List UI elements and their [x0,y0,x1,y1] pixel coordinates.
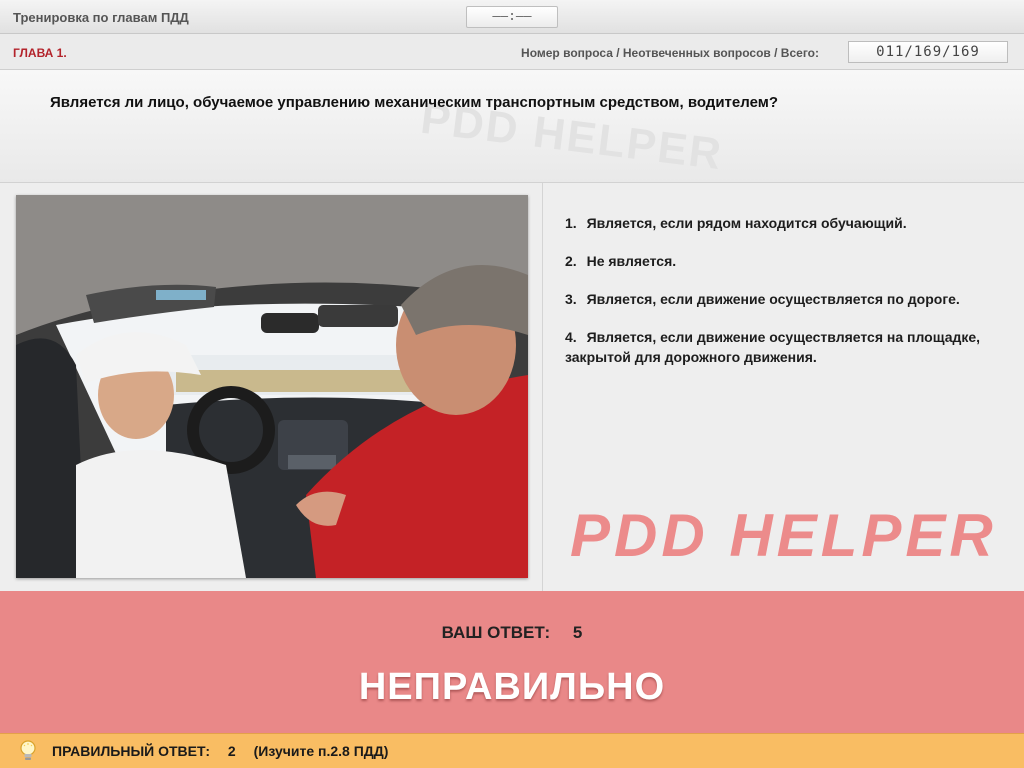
answer-list: 1. Является, если рядом находится обучаю… [565,213,995,385]
answer-text: Является, если движение осуществляется п… [586,291,960,307]
answer-text: Не является. [586,253,677,269]
app-title: Тренировка по главам ПДД [13,10,189,25]
answer-number: 1. [565,215,577,231]
correct-answer-note: (Изучите п.2.8 ПДД) [253,743,389,759]
answer-option-3[interactable]: 3. Является, если движение осуществляетс… [565,289,995,309]
answer-text: Является, если движение осуществляется н… [565,329,981,365]
top-bar: Тренировка по главам ПДД ––:–– [0,0,1024,34]
result-panel: ВАШ ОТВЕТ: 5 НЕПРАВИЛЬНО [0,591,1024,733]
timer-display: ––:–– [466,6,558,28]
correct-answer-text: ПРАВИЛЬНЫЙ ОТВЕТ: 2 (Изучите п.2.8 ПДД) [52,743,402,759]
answer-option-4[interactable]: 4. Является, если движение осуществляетс… [565,327,995,367]
answer-number: 2. [565,253,577,269]
correct-answer-value: 2 [227,743,236,759]
your-answer-label: ВАШ ОТВЕТ: [441,623,551,642]
your-answer: ВАШ ОТВЕТ: 5 [0,623,1024,643]
answer-option-1[interactable]: 1. Является, если рядом находится обучаю… [565,213,995,233]
answer-number: 3. [565,291,577,307]
lightbulb-icon [18,739,38,768]
question-counter-label: Номер вопроса / Неотвеченных вопросов / … [521,46,819,60]
content-area: 1. Является, если рядом находится обучаю… [0,183,1024,591]
answer-option-2[interactable]: 2. Не является. [565,251,995,271]
car-interior-illustration [16,195,528,578]
chapter-label: ГЛАВА 1. [13,46,67,60]
correct-answer-label: ПРАВИЛЬНЫЙ ОТВЕТ: [52,743,211,759]
answer-number: 4. [565,329,577,345]
image-panel [0,183,543,591]
verdict-text: НЕПРАВИЛЬНО [358,666,666,708]
your-answer-value: 5 [572,623,583,642]
question-counter: 011/169/169 [848,41,1008,63]
question-panel: PDD HELPER Является ли лицо, обучаемое у… [0,70,1024,183]
chapter-bar: ГЛАВА 1. Номер вопроса / Неотвеченных во… [0,34,1024,70]
correct-answer-bar: ПРАВИЛЬНЫЙ ОТВЕТ: 2 (Изучите п.2.8 ПДД) [0,733,1024,768]
pdd-helper-logo: PDD HELPER [570,502,997,569]
answer-text: Является, если рядом находится обучающий… [586,215,907,231]
question-text: Является ли лицо, обучаемое управлению м… [50,94,778,111]
question-photo [16,195,528,578]
